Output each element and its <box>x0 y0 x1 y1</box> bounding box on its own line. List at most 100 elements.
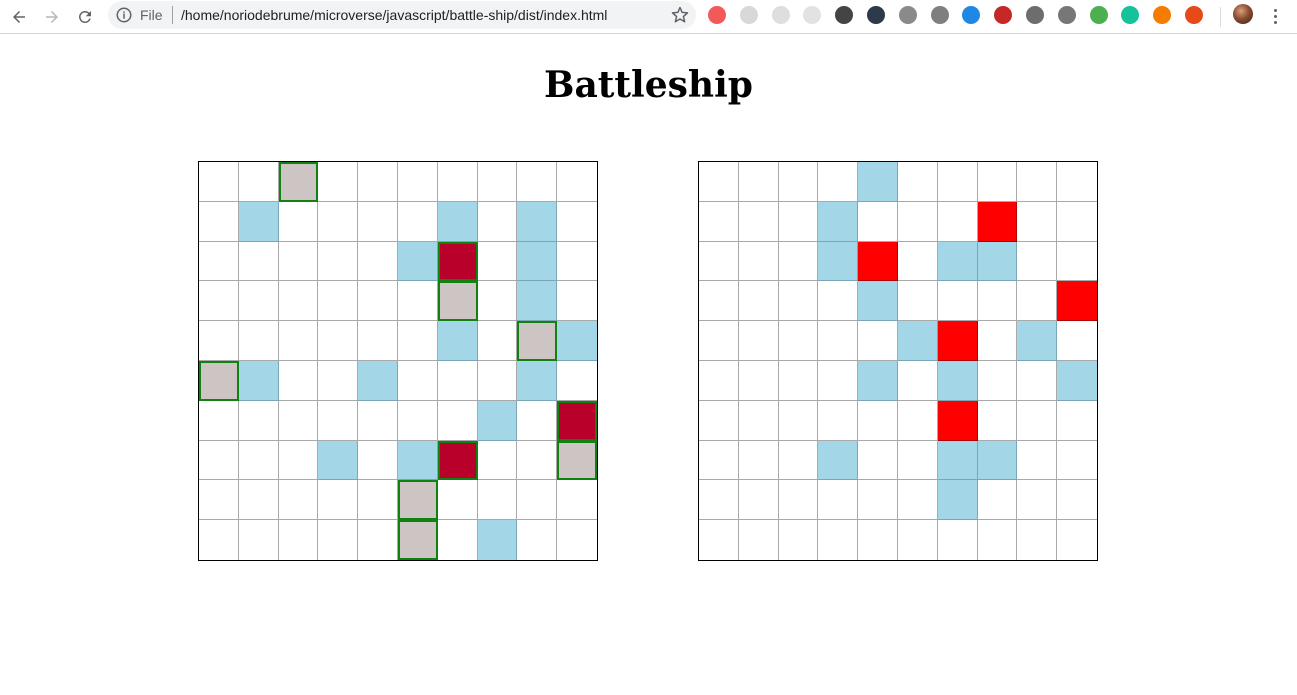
empty-cell[interactable] <box>977 321 1018 361</box>
empty-cell[interactable] <box>818 520 859 560</box>
url-text[interactable]: /home/noriodebrume/microverse/javascript… <box>181 6 607 24</box>
ext-badge-icon[interactable] <box>1026 6 1044 24</box>
empty-cell[interactable] <box>1057 480 1097 521</box>
forward-arrow-icon[interactable] <box>39 4 65 30</box>
ext-ninja-icon[interactable] <box>867 6 885 24</box>
empty-cell[interactable] <box>1017 201 1058 242</box>
empty-cell[interactable] <box>699 201 739 242</box>
empty-cell[interactable] <box>738 321 779 361</box>
water-cell[interactable] <box>858 360 898 401</box>
empty-cell[interactable] <box>1017 520 1058 560</box>
water-cell[interactable] <box>818 241 859 282</box>
empty-cell[interactable] <box>818 281 859 322</box>
empty-cell[interactable] <box>818 400 859 441</box>
empty-cell[interactable] <box>778 321 819 361</box>
water-cell[interactable] <box>818 201 859 242</box>
empty-cell[interactable] <box>739 520 779 560</box>
empty-cell[interactable] <box>1057 242 1097 282</box>
empty-cell[interactable] <box>897 201 938 242</box>
empty-cell[interactable] <box>778 162 819 202</box>
empty-cell[interactable] <box>897 440 938 481</box>
empty-cell[interactable] <box>1057 401 1097 441</box>
empty-cell[interactable] <box>699 321 739 361</box>
ext-gray-2-icon[interactable] <box>772 6 790 24</box>
empty-cell[interactable] <box>699 281 739 322</box>
empty-cell[interactable] <box>778 241 819 282</box>
empty-cell[interactable] <box>699 440 739 481</box>
empty-cell[interactable] <box>778 281 819 322</box>
ext-gray-3-icon[interactable] <box>803 6 821 24</box>
hit-cell[interactable] <box>1057 281 1097 322</box>
hit-cell[interactable] <box>937 400 978 441</box>
water-cell[interactable] <box>1017 321 1058 361</box>
empty-cell[interactable] <box>977 162 1018 202</box>
ext-blue-k-icon[interactable] <box>962 6 980 24</box>
empty-cell[interactable] <box>858 520 898 560</box>
water-cell[interactable] <box>858 162 898 202</box>
empty-cell[interactable] <box>1017 162 1058 202</box>
ext-orange-icon[interactable] <box>1185 6 1203 24</box>
empty-cell[interactable] <box>778 480 819 521</box>
ext-bug-icon[interactable] <box>1058 6 1076 24</box>
empty-cell[interactable] <box>898 520 938 560</box>
empty-cell[interactable] <box>818 162 859 202</box>
empty-cell[interactable] <box>897 400 938 441</box>
empty-cell[interactable] <box>858 400 898 441</box>
empty-cell[interactable] <box>738 360 779 401</box>
empty-cell[interactable] <box>1057 441 1097 481</box>
empty-cell[interactable] <box>1017 440 1058 481</box>
empty-cell[interactable] <box>858 201 898 242</box>
empty-cell[interactable] <box>1017 480 1058 521</box>
empty-cell[interactable] <box>858 440 898 481</box>
empty-cell[interactable] <box>858 321 898 361</box>
empty-cell[interactable] <box>978 520 1018 560</box>
empty-cell[interactable] <box>778 440 819 481</box>
bookmark-star-icon[interactable] <box>670 5 690 25</box>
water-cell[interactable] <box>1057 360 1097 401</box>
empty-cell[interactable] <box>818 360 859 401</box>
empty-cell[interactable] <box>738 440 779 481</box>
empty-cell[interactable] <box>779 520 819 560</box>
empty-cell[interactable] <box>977 400 1018 441</box>
empty-cell[interactable] <box>937 162 978 202</box>
empty-cell[interactable] <box>1057 202 1097 242</box>
empty-cell[interactable] <box>699 162 739 202</box>
water-cell[interactable] <box>937 480 978 521</box>
hit-cell[interactable] <box>858 241 898 282</box>
empty-cell[interactable] <box>897 281 938 322</box>
empty-cell[interactable] <box>699 480 739 521</box>
info-icon[interactable] <box>115 6 133 24</box>
grammarly-icon[interactable] <box>1121 6 1139 24</box>
empty-cell[interactable] <box>818 321 859 361</box>
ext-orange-ring-icon[interactable] <box>1153 6 1171 24</box>
water-cell[interactable] <box>937 440 978 481</box>
empty-cell[interactable] <box>897 241 938 282</box>
empty-cell[interactable] <box>1057 321 1097 361</box>
empty-cell[interactable] <box>738 201 779 242</box>
empty-cell[interactable] <box>897 360 938 401</box>
ext-dark-1-icon[interactable] <box>835 6 853 24</box>
empty-cell[interactable] <box>977 360 1018 401</box>
empty-cell[interactable] <box>1017 241 1058 282</box>
empty-cell[interactable] <box>738 480 779 521</box>
ext-gray-1-icon[interactable] <box>740 6 758 24</box>
hit-cell[interactable] <box>977 201 1018 242</box>
back-arrow-icon[interactable] <box>6 4 32 30</box>
ext-rainbow-icon[interactable] <box>1090 6 1108 24</box>
water-cell[interactable] <box>937 241 978 282</box>
empty-cell[interactable] <box>738 162 779 202</box>
reload-icon[interactable] <box>72 4 98 30</box>
water-cell[interactable] <box>897 321 938 361</box>
water-cell[interactable] <box>977 440 1018 481</box>
empty-cell[interactable] <box>1017 360 1058 401</box>
empty-cell[interactable] <box>738 281 779 322</box>
water-cell[interactable] <box>977 241 1018 282</box>
empty-cell[interactable] <box>937 281 978 322</box>
empty-cell[interactable] <box>977 480 1018 521</box>
empty-cell[interactable] <box>1057 520 1097 560</box>
opponent-board[interactable] <box>698 161 1098 561</box>
ext-gray-4-icon[interactable] <box>931 6 949 24</box>
kebab-menu-icon[interactable] <box>1266 6 1284 26</box>
profile-avatar[interactable] <box>1233 4 1253 24</box>
address-bar[interactable]: File /home/noriodebrume/microverse/javas… <box>108 1 696 29</box>
